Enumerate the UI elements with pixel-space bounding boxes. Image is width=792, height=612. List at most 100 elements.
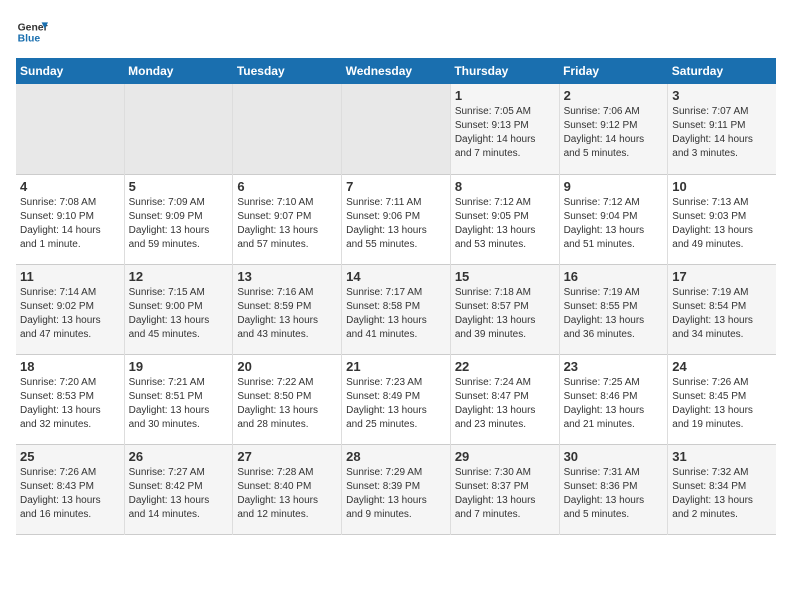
day-number: 31 [672, 449, 772, 464]
day-number: 4 [20, 179, 120, 194]
calendar-cell: 7Sunrise: 7:11 AM Sunset: 9:06 PM Daylig… [342, 174, 451, 264]
col-header-sunday: Sunday [16, 58, 124, 84]
day-number: 17 [672, 269, 772, 284]
day-info: Sunrise: 7:16 AM Sunset: 8:59 PM Dayligh… [237, 286, 337, 342]
calendar-cell: 4 Sunrise: 7:08 AM Sunset: 9:10 PM Daylig… [16, 174, 124, 264]
col-header-monday: Monday [124, 58, 233, 84]
day-number: 20 [237, 359, 337, 374]
day-number: 10 [672, 179, 772, 194]
day-number: 1 [455, 88, 555, 103]
day-number: 16 [564, 269, 664, 284]
day-info: Sunrise: 7:12 AM Sunset: 9:04 PM Dayligh… [564, 196, 664, 252]
day-number: 24 [672, 359, 772, 374]
day-info: Sunrise: 7:07 AM Sunset: 9:11 PM Dayligh… [672, 105, 772, 161]
day-info: Sunrise: 7:27 AM Sunset: 8:42 PM Dayligh… [129, 466, 229, 522]
calendar-cell: 30 Sunrise: 7:31 AM Sunset: 8:36 PM Dayli… [559, 444, 668, 534]
col-header-wednesday: Wednesday [342, 58, 451, 84]
calendar-cell: 31 Sunrise: 7:32 AM Sunset: 8:34 PM Dayli… [668, 444, 776, 534]
calendar-cell: 21 Sunrise: 7:23 AM Sunset: 8:49 PM Dayli… [342, 354, 451, 444]
week-row-1: 1 Sunrise: 7:05 AM Sunset: 9:13 PM Daylig… [16, 84, 776, 174]
day-number: 14 [346, 269, 446, 284]
week-row-3: 11 Sunrise: 7:14 AM Sunset: 9:02 PM Dayli… [16, 264, 776, 354]
calendar-cell: 12Sunrise: 7:15 AM Sunset: 9:00 PM Dayli… [124, 264, 233, 354]
calendar-cell: 9 Sunrise: 7:12 AM Sunset: 9:04 PM Daylig… [559, 174, 668, 264]
calendar-cell: 20 Sunrise: 7:22 AM Sunset: 8:50 PM Dayli… [233, 354, 342, 444]
week-row-5: 25Sunrise: 7:26 AM Sunset: 8:43 PM Dayli… [16, 444, 776, 534]
day-info: Sunrise: 7:11 AM Sunset: 9:06 PM Dayligh… [346, 196, 446, 252]
calendar-cell: 25Sunrise: 7:26 AM Sunset: 8:43 PM Dayli… [16, 444, 124, 534]
calendar-cell: 8 Sunrise: 7:12 AM Sunset: 9:05 PM Daylig… [450, 174, 559, 264]
calendar-cell: 29 Sunrise: 7:30 AM Sunset: 8:37 PM Dayli… [450, 444, 559, 534]
day-info: Sunrise: 7:30 AM Sunset: 8:37 PM Dayligh… [455, 466, 555, 522]
day-number: 13 [237, 269, 337, 284]
calendar-cell: 16 Sunrise: 7:19 AM Sunset: 8:55 PM Dayli… [559, 264, 668, 354]
logo-icon: General Blue [16, 16, 48, 48]
day-number: 9 [564, 179, 664, 194]
header-row: SundayMondayTuesdayWednesdayThursdayFrid… [16, 58, 776, 84]
calendar-cell: 23Sunrise: 7:25 AM Sunset: 8:46 PM Dayli… [559, 354, 668, 444]
calendar-cell: 28 Sunrise: 7:29 AM Sunset: 8:39 PM Dayli… [342, 444, 451, 534]
day-info: Sunrise: 7:06 AM Sunset: 9:12 PM Dayligh… [564, 105, 664, 161]
day-info: Sunrise: 7:19 AM Sunset: 8:55 PM Dayligh… [564, 286, 664, 342]
calendar-cell: 11 Sunrise: 7:14 AM Sunset: 9:02 PM Dayli… [16, 264, 124, 354]
calendar-cell: 5Sunrise: 7:09 AM Sunset: 9:09 PM Daylig… [124, 174, 233, 264]
calendar-cell: 18Sunrise: 7:20 AM Sunset: 8:53 PM Dayli… [16, 354, 124, 444]
day-number: 21 [346, 359, 446, 374]
calendar-cell: 26Sunrise: 7:27 AM Sunset: 8:42 PM Dayli… [124, 444, 233, 534]
calendar-cell: 2 Sunrise: 7:06 AM Sunset: 9:12 PM Daylig… [559, 84, 668, 174]
day-info: Sunrise: 7:19 AM Sunset: 8:54 PM Dayligh… [672, 286, 772, 342]
week-row-2: 4 Sunrise: 7:08 AM Sunset: 9:10 PM Daylig… [16, 174, 776, 264]
calendar-cell [124, 84, 233, 174]
calendar-cell [342, 84, 451, 174]
day-info: Sunrise: 7:29 AM Sunset: 8:39 PM Dayligh… [346, 466, 446, 522]
day-info: Sunrise: 7:10 AM Sunset: 9:07 PM Dayligh… [237, 196, 337, 252]
col-header-thursday: Thursday [450, 58, 559, 84]
calendar-cell: 17 Sunrise: 7:19 AM Sunset: 8:54 PM Dayli… [668, 264, 776, 354]
day-info: Sunrise: 7:32 AM Sunset: 8:34 PM Dayligh… [672, 466, 772, 522]
day-number: 25 [20, 449, 120, 464]
calendar-cell: 1 Sunrise: 7:05 AM Sunset: 9:13 PM Daylig… [450, 84, 559, 174]
day-number: 2 [564, 88, 664, 103]
day-number: 22 [455, 359, 555, 374]
day-number: 3 [672, 88, 772, 103]
day-info: Sunrise: 7:13 AM Sunset: 9:03 PM Dayligh… [672, 196, 772, 252]
day-info: Sunrise: 7:18 AM Sunset: 8:57 PM Dayligh… [455, 286, 555, 342]
calendar-cell: 3 Sunrise: 7:07 AM Sunset: 9:11 PM Daylig… [668, 84, 776, 174]
day-info: Sunrise: 7:31 AM Sunset: 8:36 PM Dayligh… [564, 466, 664, 522]
calendar-cell [233, 84, 342, 174]
calendar-cell: 27 Sunrise: 7:28 AM Sunset: 8:40 PM Dayli… [233, 444, 342, 534]
day-info: Sunrise: 7:08 AM Sunset: 9:10 PM Dayligh… [20, 196, 120, 252]
calendar-table: SundayMondayTuesdayWednesdayThursdayFrid… [16, 58, 776, 535]
col-header-friday: Friday [559, 58, 668, 84]
day-info: Sunrise: 7:14 AM Sunset: 9:02 PM Dayligh… [20, 286, 120, 342]
calendar-cell: 13 Sunrise: 7:16 AM Sunset: 8:59 PM Dayli… [233, 264, 342, 354]
page-header: General Blue [16, 16, 776, 48]
day-info: Sunrise: 7:23 AM Sunset: 8:49 PM Dayligh… [346, 376, 446, 432]
day-number: 23 [564, 359, 664, 374]
calendar-cell: 19Sunrise: 7:21 AM Sunset: 8:51 PM Dayli… [124, 354, 233, 444]
calendar-cell: 24 Sunrise: 7:26 AM Sunset: 8:45 PM Dayli… [668, 354, 776, 444]
logo: General Blue [16, 16, 48, 48]
calendar-cell [16, 84, 124, 174]
day-number: 30 [564, 449, 664, 464]
day-info: Sunrise: 7:24 AM Sunset: 8:47 PM Dayligh… [455, 376, 555, 432]
day-number: 15 [455, 269, 555, 284]
day-info: Sunrise: 7:09 AM Sunset: 9:09 PM Dayligh… [129, 196, 229, 252]
day-info: Sunrise: 7:22 AM Sunset: 8:50 PM Dayligh… [237, 376, 337, 432]
day-number: 29 [455, 449, 555, 464]
col-header-saturday: Saturday [668, 58, 776, 84]
calendar-cell: 14Sunrise: 7:17 AM Sunset: 8:58 PM Dayli… [342, 264, 451, 354]
day-info: Sunrise: 7:21 AM Sunset: 8:51 PM Dayligh… [129, 376, 229, 432]
day-number: 11 [20, 269, 120, 284]
day-number: 27 [237, 449, 337, 464]
day-number: 28 [346, 449, 446, 464]
calendar-cell: 15 Sunrise: 7:18 AM Sunset: 8:57 PM Dayli… [450, 264, 559, 354]
day-number: 12 [129, 269, 229, 284]
day-info: Sunrise: 7:26 AM Sunset: 8:45 PM Dayligh… [672, 376, 772, 432]
day-number: 8 [455, 179, 555, 194]
day-info: Sunrise: 7:28 AM Sunset: 8:40 PM Dayligh… [237, 466, 337, 522]
svg-text:Blue: Blue [18, 34, 41, 45]
day-info: Sunrise: 7:12 AM Sunset: 9:05 PM Dayligh… [455, 196, 555, 252]
day-number: 18 [20, 359, 120, 374]
day-info: Sunrise: 7:05 AM Sunset: 9:13 PM Dayligh… [455, 105, 555, 161]
